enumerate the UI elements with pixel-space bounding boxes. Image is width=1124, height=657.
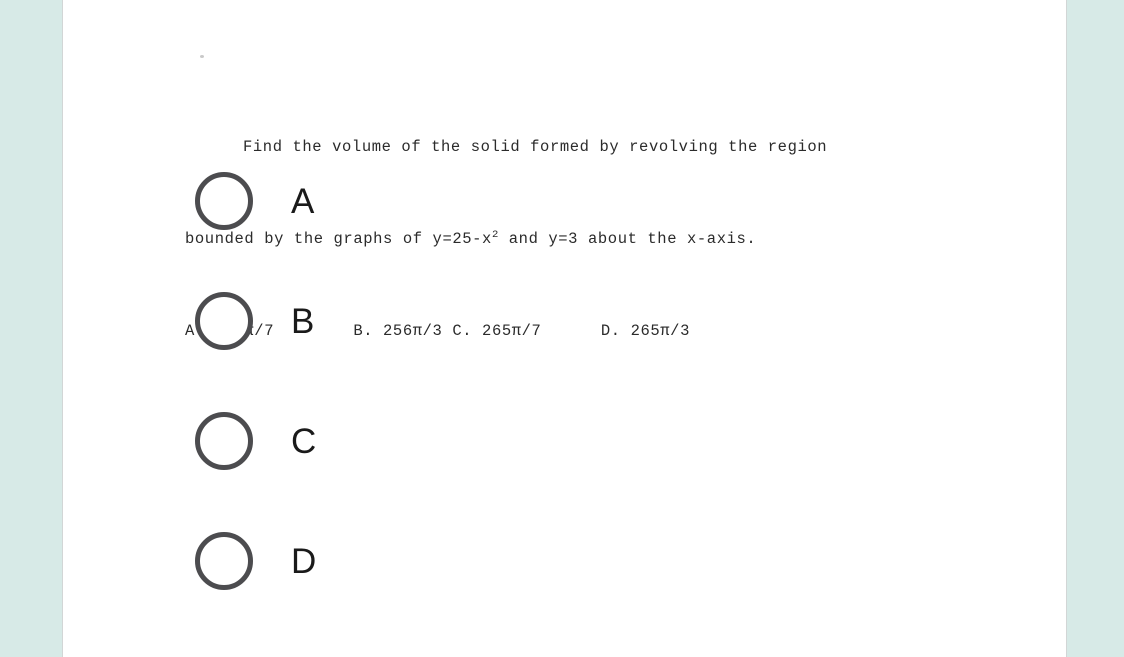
question-line-1-text: Find the volume of the solid formed by r… [243,138,828,156]
question-card: Find the volume of the solid formed by r… [62,0,1067,657]
radio-button-icon-d[interactable] [195,532,253,590]
page-root: Find the volume of the solid formed by r… [0,0,1124,657]
question-line-1: Find the volume of the solid formed by r… [185,136,1015,159]
answer-option-b[interactable]: B [195,292,316,350]
answer-option-c[interactable]: C [195,412,316,470]
answer-option-a[interactable]: A [195,172,316,230]
radio-button-icon-a[interactable] [195,172,253,230]
question-line-2-exponent: 2 [491,228,499,241]
scan-artifact-speck [200,55,204,58]
answer-option-label-c: C [291,421,317,461]
answer-option-label-b: B [291,301,315,341]
answer-option-label-d: D [291,541,317,581]
answer-option-d[interactable]: D [195,532,316,590]
answer-option-label-a: A [291,181,315,221]
radio-button-icon-b[interactable] [195,292,253,350]
question-line-2-post: and y=3 about the x-axis. [498,230,757,248]
radio-button-icon-c[interactable] [195,412,253,470]
answer-options-list: A B C D [195,172,316,652]
